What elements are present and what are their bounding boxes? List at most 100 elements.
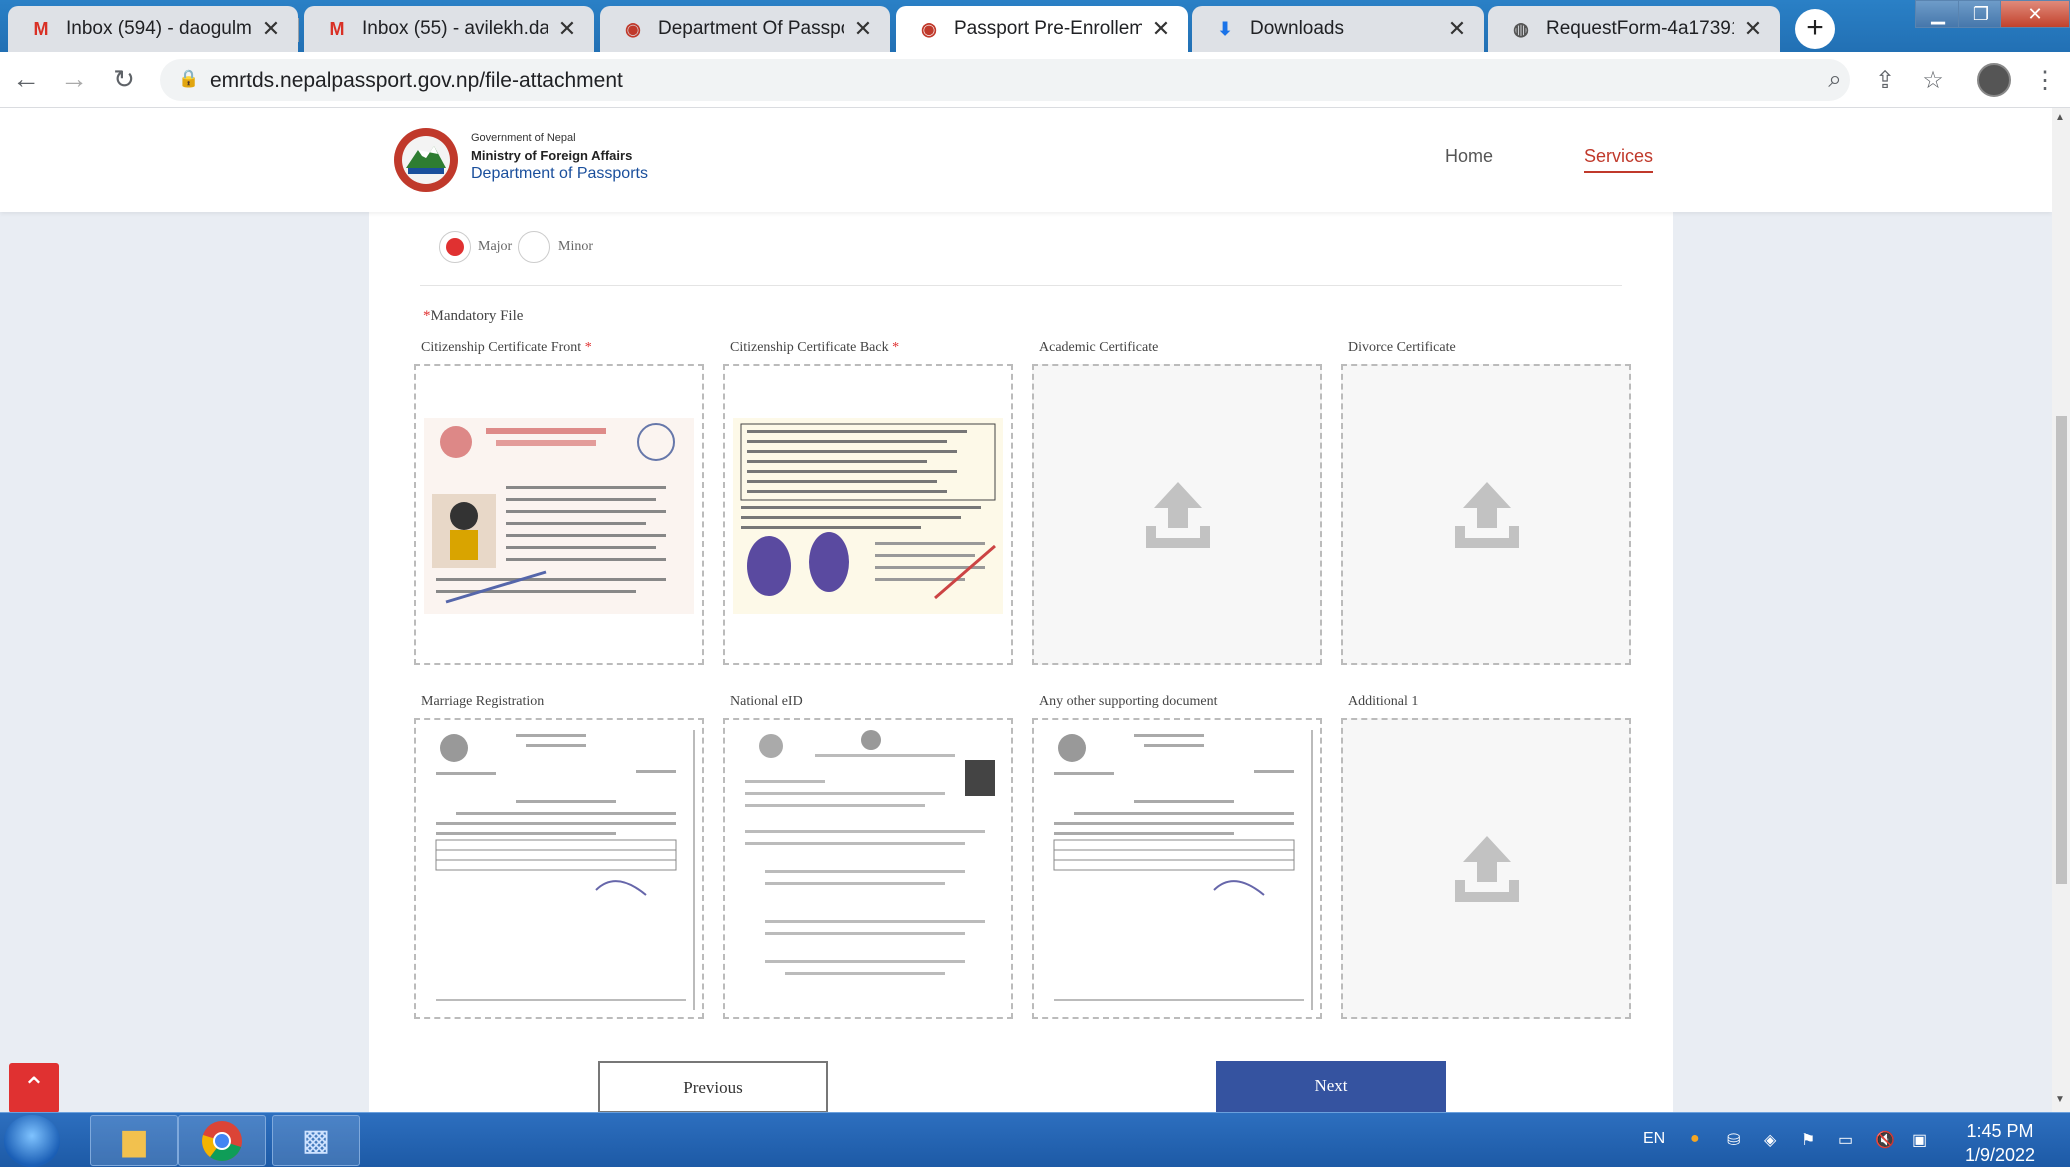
file-label-additional-1: Additional 1 [1348, 694, 1419, 709]
upload-icon [1146, 482, 1210, 548]
national-eid-thumbnail [745, 730, 995, 975]
close-icon[interactable]: ✕ [260, 16, 282, 42]
scroll-to-top-button[interactable]: ⌃ [9, 1063, 59, 1112]
forward-icon[interactable]: → [58, 64, 90, 96]
citizenship-back-thumbnail [733, 418, 1003, 614]
radio-minor-label: Minor [558, 239, 593, 254]
url-text[interactable]: emrtds.nepalpassport.gov.np/file-attachm… [210, 69, 623, 93]
file-label-national-eid: National eID [730, 694, 803, 709]
upload-slot-marriage[interactable] [414, 718, 704, 1019]
paint-taskbar-icon[interactable]: ▩ [272, 1115, 360, 1166]
next-button[interactable]: Next [1216, 1061, 1446, 1112]
minimize-button[interactable]: ▁ [1915, 0, 1961, 28]
file-label-marriage: Marriage Registration [421, 694, 545, 709]
tray-update-icon[interactable]: ◈ [1764, 1130, 1776, 1150]
marriage-registration-thumbnail [435, 730, 695, 1010]
download-icon: ⬇ [1217, 18, 1233, 39]
new-tab-button[interactable]: + [1795, 9, 1835, 49]
window-close-button[interactable]: ✕ [2000, 0, 2070, 28]
org-line-ministry: Ministry of Foreign Affairs [471, 148, 633, 163]
gmail-icon: M [329, 18, 345, 39]
tab-inbox-daogulmi[interactable]: M Inbox (594) - daogulmi2 ✕ [8, 6, 299, 52]
upload-slot-citizenship-front[interactable] [414, 364, 704, 665]
file-explorer-taskbar-icon[interactable]: ▆ [90, 1115, 178, 1166]
back-icon[interactable]: ← [10, 64, 42, 96]
nav-home[interactable]: Home [1445, 146, 1493, 167]
upload-slot-other-supporting[interactable] [1032, 718, 1322, 1019]
tab-title: RequestForm-4a173912 [1546, 18, 1734, 39]
radio-major-label: Major [478, 239, 513, 254]
tray-display-icon[interactable]: ▭ [1838, 1130, 1853, 1150]
emblem-icon: ◉ [921, 18, 937, 39]
previous-button[interactable]: Previous [598, 1061, 828, 1112]
file-label-citizenship-back: Citizenship Certificate Back * [730, 340, 900, 355]
tab-title: Inbox (55) - avilekh.daog [362, 18, 548, 39]
upload-slot-citizenship-back[interactable] [723, 364, 1013, 665]
close-icon[interactable]: ✕ [556, 16, 578, 42]
tab-request-form[interactable]: ◍ RequestForm-4a173912 ✕ [1488, 6, 1780, 52]
site-header: Government of Nepal Ministry of Foreign … [0, 108, 2052, 212]
close-icon[interactable]: ✕ [1742, 16, 1764, 42]
org-line-government: Government of Nepal [471, 132, 576, 144]
tab-downloads[interactable]: ⬇ Downloads ✕ [1192, 6, 1484, 52]
address-toolbar: ← → ↻ 🔒 emrtds.nepalpassport.gov.np/file… [0, 52, 2070, 108]
action-center-flag-icon[interactable]: ⚑ [1801, 1130, 1815, 1150]
clock-time: 1:45 PM [1966, 1121, 2034, 1141]
maximize-button[interactable]: ❐ [1958, 0, 2004, 28]
file-label-citizenship-front: Citizenship Certificate Front * [421, 340, 592, 355]
file-label-divorce: Divorce Certificate [1348, 340, 1456, 355]
close-icon[interactable]: ✕ [1446, 16, 1468, 42]
upload-icon [1455, 836, 1519, 902]
browser-tab-strip: M Inbox (594) - daogulmi2 ✕ M Inbox (55)… [0, 0, 2070, 52]
close-icon[interactable]: ✕ [1150, 16, 1172, 42]
tab-title: Inbox (594) - daogulmi2 [66, 18, 252, 39]
menu-kebab-icon[interactable]: ⋮ [2030, 66, 2060, 95]
profile-avatar[interactable] [1977, 63, 2011, 97]
page-viewport: Government of Nepal Ministry of Foreign … [0, 108, 2052, 1112]
globe-icon: ◍ [1513, 18, 1529, 39]
radio-major[interactable] [439, 231, 471, 263]
tray-network-icon[interactable]: ⛁ [1727, 1130, 1740, 1150]
nepal-emblem-logo[interactable] [388, 124, 464, 194]
upload-slot-national-eid[interactable] [723, 718, 1013, 1019]
windows-taskbar: ▆ ▩ EN ● ⛁ ◈ ⚑ ▭ 🔇 ▣ 1:45 PM 1/9/2022 [0, 1112, 2070, 1167]
scroll-up-arrow-icon[interactable]: ▲ [2055, 112, 2065, 123]
start-button[interactable] [4, 1115, 60, 1167]
nav-services[interactable]: Services [1584, 146, 1654, 173]
language-indicator[interactable]: EN [1643, 1130, 1665, 1148]
chrome-icon [202, 1120, 242, 1161]
citizenship-front-thumbnail [424, 418, 694, 614]
tray-power-icon[interactable]: ▣ [1912, 1130, 1927, 1150]
lock-icon: 🔒 [178, 69, 200, 88]
chrome-taskbar-icon[interactable] [178, 1115, 266, 1166]
file-label-academic: Academic Certificate [1039, 340, 1159, 355]
tab-department-of-passport[interactable]: ◉ Department Of Passport ✕ [600, 6, 890, 52]
scrollbar-thumb[interactable] [2056, 416, 2067, 884]
upload-slot-divorce[interactable] [1341, 364, 1631, 665]
chevron-up-icon: ⌃ [22, 1072, 46, 1103]
tab-passport-pre-enrollment[interactable]: ◉ Passport Pre-Enrollemen ✕ [896, 6, 1188, 52]
file-label-other-supporting: Any other supporting document [1039, 694, 1218, 709]
volume-muted-icon[interactable]: 🔇 [1875, 1130, 1895, 1150]
tray-app-icon[interactable]: ● [1690, 1130, 1700, 1148]
tab-title: Downloads [1250, 18, 1344, 39]
tab-title: Department Of Passport [658, 18, 844, 39]
reload-icon[interactable]: ↻ [108, 64, 140, 96]
upload-slot-academic[interactable] [1032, 364, 1322, 665]
upload-slot-additional-1[interactable] [1341, 718, 1631, 1019]
tab-title: Passport Pre-Enrollemen [954, 18, 1142, 39]
upload-icon [1455, 482, 1519, 548]
bookmark-star-icon[interactable]: ☆ [1918, 66, 1948, 95]
emblem-icon: ◉ [625, 18, 641, 39]
share-icon[interactable]: ⇪ [1870, 66, 1900, 95]
system-clock[interactable]: 1:45 PM 1/9/2022 [1950, 1119, 2050, 1167]
radio-minor[interactable] [518, 231, 550, 263]
zoom-icon[interactable]: ⌕ [1820, 66, 1850, 94]
scroll-down-arrow-icon[interactable]: ▼ [2055, 1094, 2065, 1105]
clock-date: 1/9/2022 [1964, 1145, 2036, 1165]
page-scrollbar[interactable]: ▲ ▼ [2052, 108, 2070, 1112]
gmail-icon: M [33, 18, 49, 39]
address-bar[interactable]: 🔒 emrtds.nepalpassport.gov.np/file-attac… [160, 59, 1850, 101]
close-icon[interactable]: ✕ [852, 16, 874, 42]
tab-inbox-avilekh[interactable]: M Inbox (55) - avilekh.daog ✕ [304, 6, 594, 52]
